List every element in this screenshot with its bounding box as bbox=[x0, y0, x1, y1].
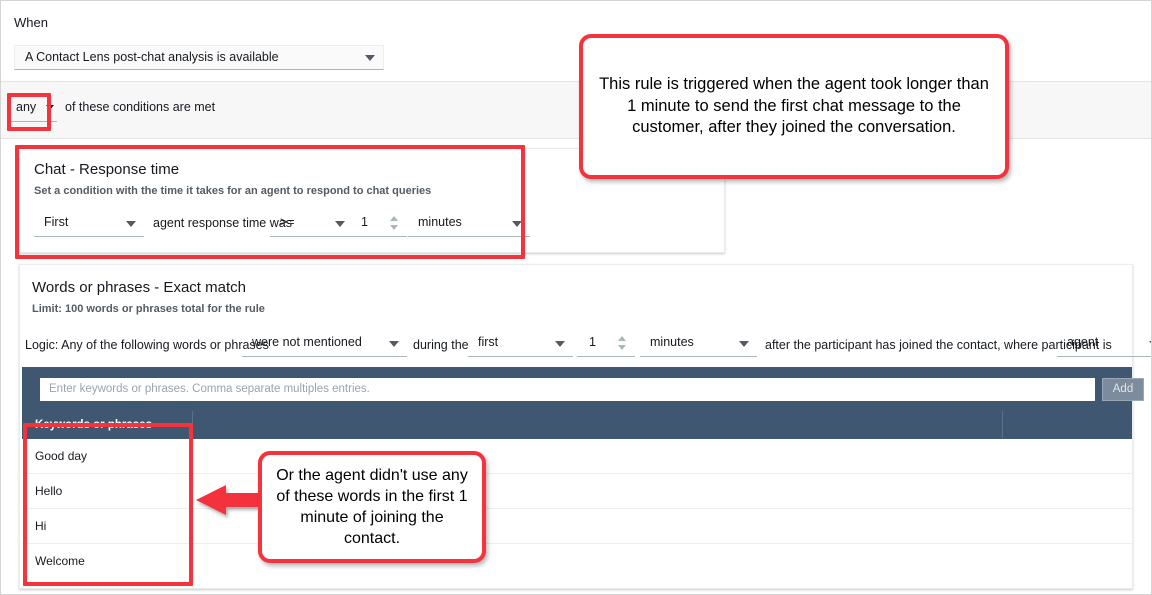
chevron-down-icon bbox=[335, 221, 345, 227]
keyword-entry-row: Enter keywords or phrases. Comma separat… bbox=[22, 367, 1144, 411]
when-trigger-value: A Contact Lens post-chat analysis is ava… bbox=[25, 50, 279, 64]
chevron-down-icon bbox=[555, 341, 565, 347]
keyword-cell: Welcome bbox=[22, 543, 192, 578]
keywords-table-wrap: Enter keywords or phrases. Comma separat… bbox=[22, 367, 1144, 578]
keyword-input-placeholder: Enter keywords or phrases. Comma separat… bbox=[49, 383, 370, 395]
column-header-blank-2 bbox=[1002, 411, 1132, 439]
chevron-down-icon bbox=[365, 55, 375, 61]
keyword-cell: Hi bbox=[22, 508, 192, 544]
operator-select[interactable]: >= bbox=[270, 211, 353, 237]
table-row[interactable]: Good day bbox=[22, 439, 1132, 474]
callout-2-text: Or the agent didn't use any of these wor… bbox=[276, 466, 468, 548]
words-phrases-subtitle: Limit: 100 words or phrases total for th… bbox=[32, 303, 265, 315]
chevron-down-icon bbox=[739, 341, 749, 347]
response-unit-select[interactable]: minutes bbox=[408, 211, 530, 237]
stepper-icon[interactable] bbox=[618, 335, 627, 351]
stepper-icon[interactable] bbox=[390, 215, 399, 231]
table-row[interactable]: Hello bbox=[22, 473, 1132, 509]
ordinal-value: first bbox=[478, 335, 499, 349]
words-unit-select[interactable]: minutes bbox=[640, 331, 757, 357]
words-phrases-title: Words or phrases - Exact match bbox=[32, 279, 246, 296]
operator-value: >= bbox=[280, 215, 295, 229]
response-unit-value: minutes bbox=[418, 215, 462, 229]
mentioned-value: were not mentioned bbox=[252, 335, 362, 349]
occurrence-value: First bbox=[44, 215, 69, 229]
chevron-down-icon[interactable] bbox=[46, 105, 54, 110]
response-amount-input[interactable]: 1 bbox=[349, 211, 407, 237]
column-header-keywords[interactable]: Keywords or phrases bbox=[22, 411, 193, 439]
callout-keywords-explanation: Or the agent didn't use any of these wor… bbox=[258, 451, 486, 563]
conditions-bar-text: of these conditions are met bbox=[65, 100, 216, 114]
callout-1-text: This rule is triggered when the agent to… bbox=[599, 74, 989, 137]
condition-match-value: any bbox=[16, 100, 37, 114]
participant-value: agent bbox=[1067, 335, 1099, 349]
participant-select[interactable]: agent bbox=[1057, 331, 1151, 357]
when-trigger-select[interactable]: A Contact Lens post-chat analysis is ava… bbox=[14, 45, 384, 70]
screenshot-root: When A Contact Lens post-chat analysis i… bbox=[0, 0, 1152, 595]
table-row[interactable]: Welcome bbox=[22, 543, 1132, 578]
words-amount-input[interactable]: 1 bbox=[577, 331, 635, 357]
add-keyword-button[interactable]: Add bbox=[1102, 378, 1144, 401]
keyword-input[interactable]: Enter keywords or phrases. Comma separat… bbox=[40, 378, 1095, 401]
response-amount-value: 1 bbox=[361, 215, 368, 229]
during-the-text: during the bbox=[413, 338, 469, 352]
chat-response-subtitle: Set a condition with the time it takes f… bbox=[34, 185, 432, 197]
chevron-down-icon bbox=[126, 221, 136, 227]
occurrence-select[interactable]: First bbox=[34, 211, 144, 237]
logic-prefix-text: Logic: Any of the following words or phr… bbox=[25, 338, 269, 352]
keywords-table: Keywords or phrases Good day Hello Hi We… bbox=[22, 411, 1132, 578]
keyword-cell: Hello bbox=[22, 473, 192, 509]
words-amount-value: 1 bbox=[589, 335, 596, 349]
keywords-table-body: Good day Hello Hi Welcome bbox=[22, 439, 1132, 578]
words-unit-value: minutes bbox=[650, 335, 694, 349]
table-header-row: Keywords or phrases bbox=[22, 411, 1132, 439]
table-row[interactable]: Hi bbox=[22, 508, 1132, 544]
mentioned-select[interactable]: were not mentioned bbox=[242, 331, 407, 357]
chevron-down-icon bbox=[389, 341, 399, 347]
column-header-blank-1 bbox=[192, 411, 1003, 439]
keyword-cell: Good day bbox=[22, 439, 192, 474]
callout-rule-explanation: This rule is triggered when the agent to… bbox=[579, 34, 1009, 179]
when-label: When bbox=[14, 15, 48, 30]
ordinal-select[interactable]: first bbox=[468, 331, 573, 357]
chevron-down-icon bbox=[512, 221, 522, 227]
chat-response-title: Chat - Response time bbox=[34, 161, 180, 178]
